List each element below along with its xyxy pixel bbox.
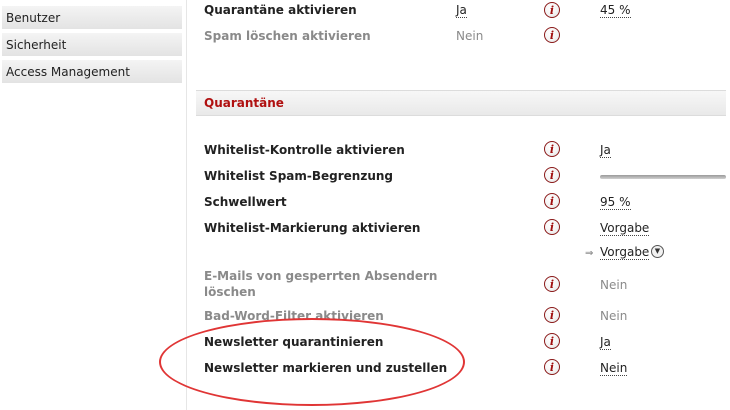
bad-word-filter-label: Bad-Word-Filter aktivieren — [204, 309, 384, 323]
info-icon[interactable]: i — [544, 193, 560, 209]
sub-option-arrow-icon: ⇒ — [585, 248, 594, 259]
whitelist-control-value[interactable]: Ja — [600, 143, 611, 158]
info-icon[interactable]: i — [544, 333, 560, 349]
whitelist-spam-limit-slider[interactable] — [600, 175, 726, 179]
quarantine-percent-value[interactable]: 45 % — [600, 3, 631, 18]
sidebar-item-access-management[interactable]: Access Management — [2, 60, 182, 84]
spam-delete-label: Spam löschen aktivieren — [204, 29, 371, 43]
whitelist-marking-label: Whitelist-Markierung aktivieren — [204, 221, 421, 235]
newsletter-mark-deliver-label: Newsletter markieren und zustellen — [204, 361, 448, 375]
newsletter-quarantine-value[interactable]: Ja — [600, 335, 611, 350]
whitelist-marking-sub-value[interactable]: Vorgabe — [600, 245, 650, 260]
sidebar: Benutzer Sicherheit Access Management — [0, 0, 186, 410]
whitelist-spam-limit-label: Whitelist Spam-Begrenzung — [204, 169, 393, 183]
info-icon[interactable]: i — [544, 27, 560, 43]
quarantine-enable-label: Quarantäne aktivieren — [204, 3, 357, 17]
sidebar-item-benutzer[interactable]: Benutzer — [2, 6, 182, 30]
info-icon[interactable]: i — [544, 167, 560, 183]
chevron-down-icon[interactable]: ▼ — [651, 245, 664, 258]
section-header-quarantaene: Quarantäne — [196, 90, 726, 116]
sidebar-divider — [186, 0, 187, 410]
threshold-label: Schwellwert — [204, 195, 287, 209]
quarantine-enable-value[interactable]: Ja — [456, 3, 467, 18]
section-title: Quarantäne — [204, 96, 284, 110]
blocked-senders-delete-value: Nein — [600, 278, 628, 292]
info-icon[interactable]: i — [544, 276, 560, 292]
info-icon[interactable]: i — [544, 2, 560, 18]
spam-delete-value: Nein — [456, 29, 484, 43]
sidebar-item-sicherheit[interactable]: Sicherheit — [2, 33, 182, 57]
newsletter-mark-deliver-value[interactable]: Nein — [600, 361, 628, 376]
info-icon[interactable]: i — [544, 359, 560, 375]
threshold-value[interactable]: 95 % — [600, 195, 631, 210]
newsletter-quarantine-label: Newsletter quarantinieren — [204, 335, 384, 349]
info-icon[interactable]: i — [544, 219, 560, 235]
info-icon[interactable]: i — [544, 307, 560, 323]
whitelist-marking-value[interactable]: Vorgabe — [600, 221, 650, 236]
whitelist-control-label: Whitelist-Kontrolle aktivieren — [204, 143, 405, 157]
blocked-senders-delete-label-line2: löschen — [204, 285, 256, 299]
info-icon[interactable]: i — [544, 141, 560, 157]
bad-word-filter-value: Nein — [600, 309, 628, 323]
blocked-senders-delete-label-line1: E-Mails von gesperrten Absendern — [204, 269, 438, 283]
